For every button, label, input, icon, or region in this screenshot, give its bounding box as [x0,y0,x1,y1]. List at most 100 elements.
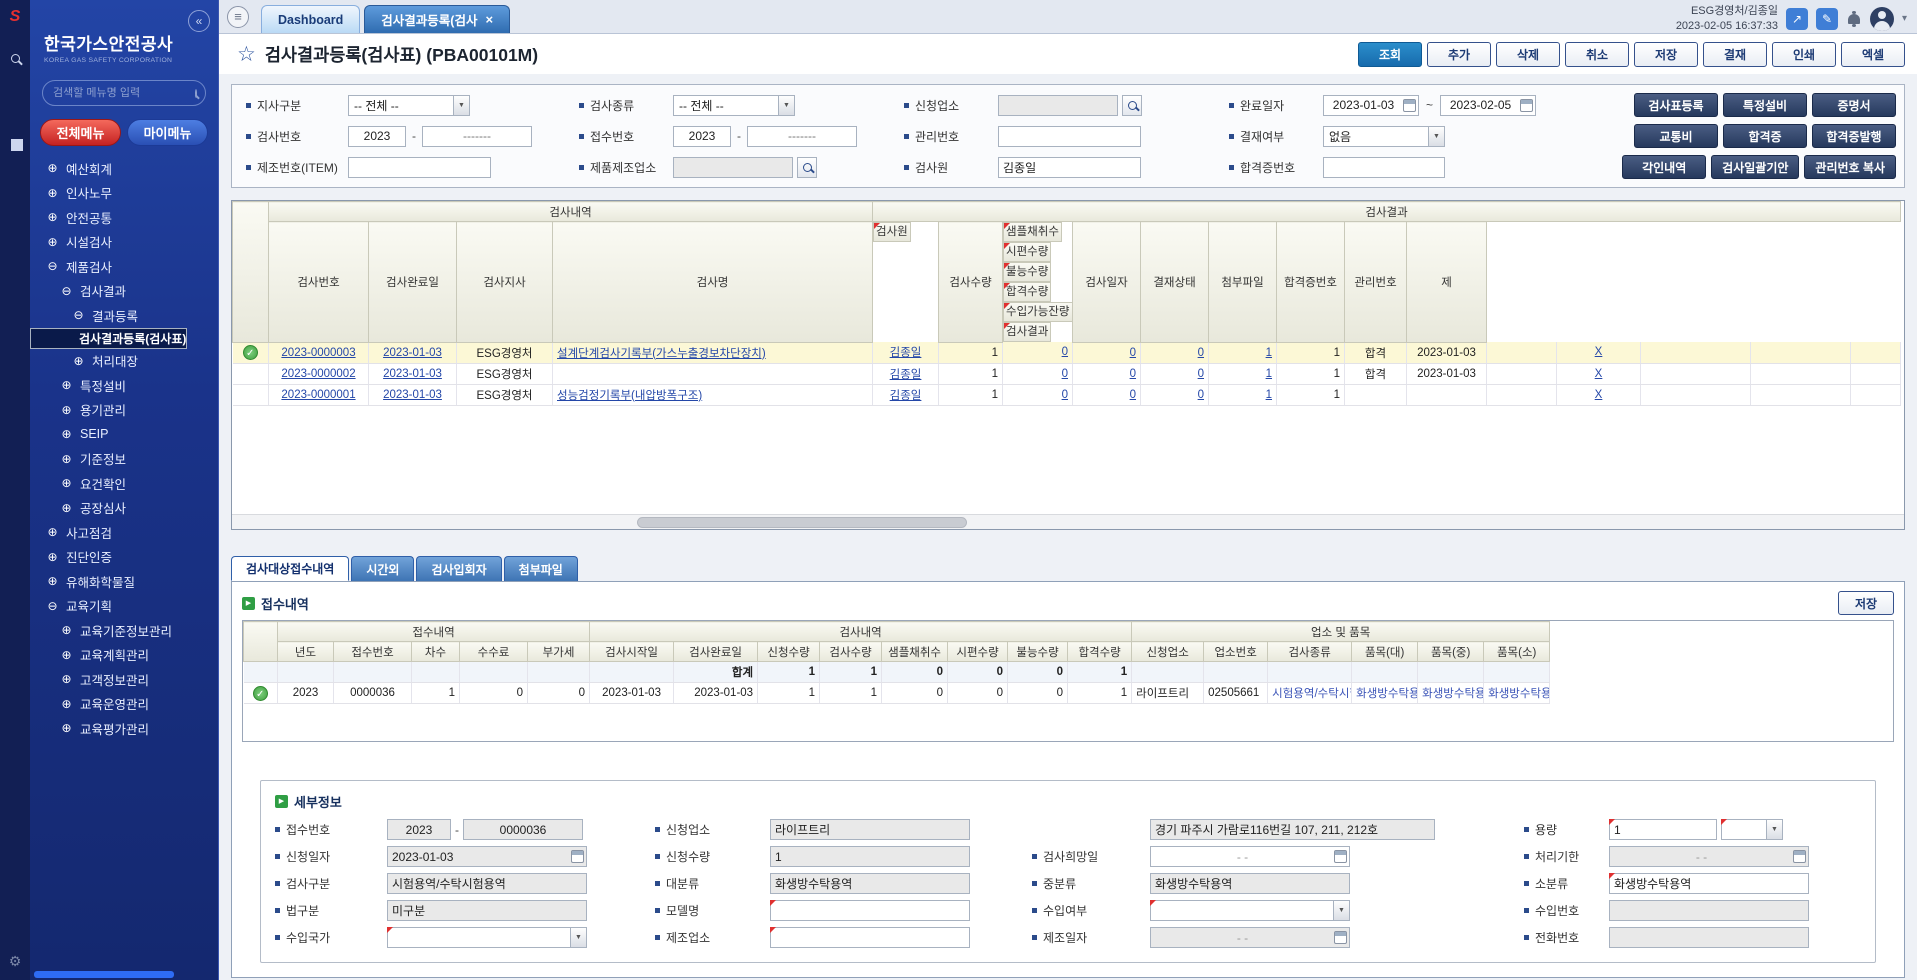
capacity-input[interactable] [1609,819,1717,840]
cell-link[interactable]: 0 [1130,389,1136,401]
sidebar-item-facility-inspection[interactable]: ⊕시설검사 [30,230,218,255]
horizontal-scrollbar-thumb[interactable] [637,517,967,528]
inspection-no-serial-input[interactable] [422,126,532,147]
product-manufacturer-search-button[interactable] [797,157,817,178]
expand-node-icon[interactable]: ⊕ [46,575,59,587]
favorite-star-icon[interactable]: ☆ [237,42,256,67]
pass-certificate-issue-button[interactable]: 합격증발행 [1812,124,1896,148]
receipt-no-serial-input[interactable] [747,126,857,147]
gear-icon[interactable]: ⚙ [9,953,22,970]
edit-icon[interactable]: ✎ [1816,8,1838,30]
calendar-icon[interactable] [571,850,584,863]
search-icon[interactable] [195,89,197,98]
inspection-batch-draft-button[interactable]: 검사일괄기안 [1711,155,1799,179]
detail-receipt-year-input[interactable] [387,819,451,840]
calendar-icon[interactable] [1403,99,1416,112]
branch-type-select[interactable]: -- 전체 --▼ [348,95,470,116]
row-select-cell[interactable] [233,384,269,405]
calendar-icon[interactable] [1334,850,1347,863]
sidebar-item-education-operation[interactable]: ⊕교육운영관리 [30,692,218,717]
notification-bell-icon[interactable] [1848,14,1860,24]
sidebar-item-accident-inspection[interactable]: ⊕사고점검 [30,520,218,545]
cell-link[interactable]: 김종일 [890,369,922,381]
tab-inspection-target-receipt[interactable]: 검사대상접수내역 [231,556,349,581]
application-qty-input[interactable] [770,846,970,867]
import-no-input[interactable] [1609,900,1809,921]
desired-inspection-date-input[interactable] [1150,846,1350,867]
table-row[interactable]: 2023-00000022023-01-03ESG경영처김종일100011합격2… [233,363,1901,384]
sidebar-item-education-evaluation[interactable]: ⊕교육평가관리 [30,716,218,741]
model-name-input[interactable] [770,900,970,921]
expand-node-icon[interactable]: ⊕ [46,551,59,563]
cell-link[interactable]: 2023-0000001 [281,389,355,401]
expand-node-icon[interactable]: ⊕ [60,477,73,489]
avatar[interactable] [1870,7,1894,31]
menu-search-box[interactable] [42,80,206,106]
sidebar-item-inspection-result[interactable]: ⊖검사결과 [30,279,218,304]
delete-button[interactable]: 삭제 [1496,42,1560,67]
inspection-no-year-input[interactable] [348,126,406,147]
sidebar-item-education-plan[interactable]: ⊕교육계획관리 [30,643,218,668]
menu-search-input[interactable] [53,87,195,99]
cell-link[interactable]: 2023-0000003 [281,347,355,359]
sidebar-scrollbar[interactable] [34,971,174,978]
product-manufacturer-input[interactable] [673,157,793,178]
sidebar-item-customer-info[interactable]: ⊕고객정보관리 [30,667,218,692]
expand-node-icon[interactable]: ⊕ [60,453,73,465]
cell-link[interactable]: X [1595,368,1603,380]
apps-grid-icon[interactable] [12,140,14,142]
row-select-cell[interactable] [233,363,269,384]
sidebar-item-budget-accounting[interactable]: ⊕예산회계 [30,156,218,181]
expand-node-icon[interactable]: ⊕ [60,404,73,416]
sidebar-item-result-registration[interactable]: ⊖결과등록 [30,303,218,328]
cell-link[interactable]: X [1595,389,1603,401]
application-date-input[interactable] [387,846,587,867]
cell-link[interactable]: X [1595,346,1603,358]
inspection-kind-select[interactable]: -- 전체 --▼ [673,95,795,116]
cancel-button[interactable]: 취소 [1565,42,1629,67]
save-button[interactable]: 저장 [1634,42,1698,67]
expand-node-icon[interactable]: ⊕ [46,236,59,248]
sidebar-item-container-management[interactable]: ⊕용기관리 [30,398,218,423]
sidebar-item-standard-info[interactable]: ⊕기준정보 [30,447,218,472]
cell-link[interactable]: 설계단계검사기록부(가스누출경보차단장치) [557,348,766,360]
expand-node-icon[interactable]: ⊕ [46,211,59,223]
calendar-icon[interactable] [1793,850,1806,863]
manufacture-no-input[interactable] [348,157,491,178]
expand-node-icon[interactable]: ⊕ [60,698,73,710]
calendar-icon[interactable] [1520,99,1533,112]
major-class-input[interactable] [770,873,970,894]
law-category-input[interactable] [387,900,587,921]
cell-link[interactable]: 0 [1130,368,1136,380]
tab-overtime[interactable]: 시간외 [351,556,414,581]
approval-status-select[interactable]: 없음▼ [1323,126,1445,147]
cell-link[interactable]: 0 [1062,346,1068,358]
expand-node-icon[interactable]: ⊕ [60,673,73,685]
collapse-node-icon[interactable]: ⊖ [72,309,85,321]
sidebar-item-hazardous-chemicals[interactable]: ⊕유해화학물질 [30,569,218,594]
sidebar-item-processing-ledger[interactable]: ⊕처리대장 [30,349,218,374]
cell-link[interactable]: 1 [1266,389,1272,401]
cell-link[interactable]: 1 [1266,368,1272,380]
minor-class-input[interactable] [1609,873,1809,894]
applicant-company-search-button[interactable] [1122,95,1142,116]
row-select-cell[interactable] [244,662,278,683]
detail-receipt-serial-input[interactable] [463,819,583,840]
inspector-input[interactable] [998,157,1141,178]
external-link-icon[interactable]: ↗ [1786,8,1808,30]
copy-management-no-button[interactable]: 관리번호 복사 [1804,155,1896,179]
certificate-button[interactable]: 증명서 [1812,93,1896,117]
calendar-icon[interactable] [1334,931,1347,944]
expand-node-icon[interactable]: ⊕ [46,162,59,174]
sidebar-item-hr-labor[interactable]: ⊕인사노무 [30,181,218,206]
expand-node-icon[interactable]: ⊕ [46,526,59,538]
print-button[interactable]: 인쇄 [1772,42,1836,67]
expand-node-icon[interactable]: ⊕ [60,649,73,661]
pass-certificate-button[interactable]: 합격증 [1723,124,1807,148]
tab-close-icon[interactable]: × [485,13,493,26]
applicant-company-input[interactable] [998,95,1118,116]
import-country-select[interactable]: ▼ [387,927,587,948]
capacity-unit-select[interactable]: ▼ [1721,819,1783,840]
table-row[interactable]: ✓2023-00000032023-01-03ESG경영처설계단계검사기록부(가… [233,342,1901,363]
middle-class-input[interactable] [1150,873,1350,894]
